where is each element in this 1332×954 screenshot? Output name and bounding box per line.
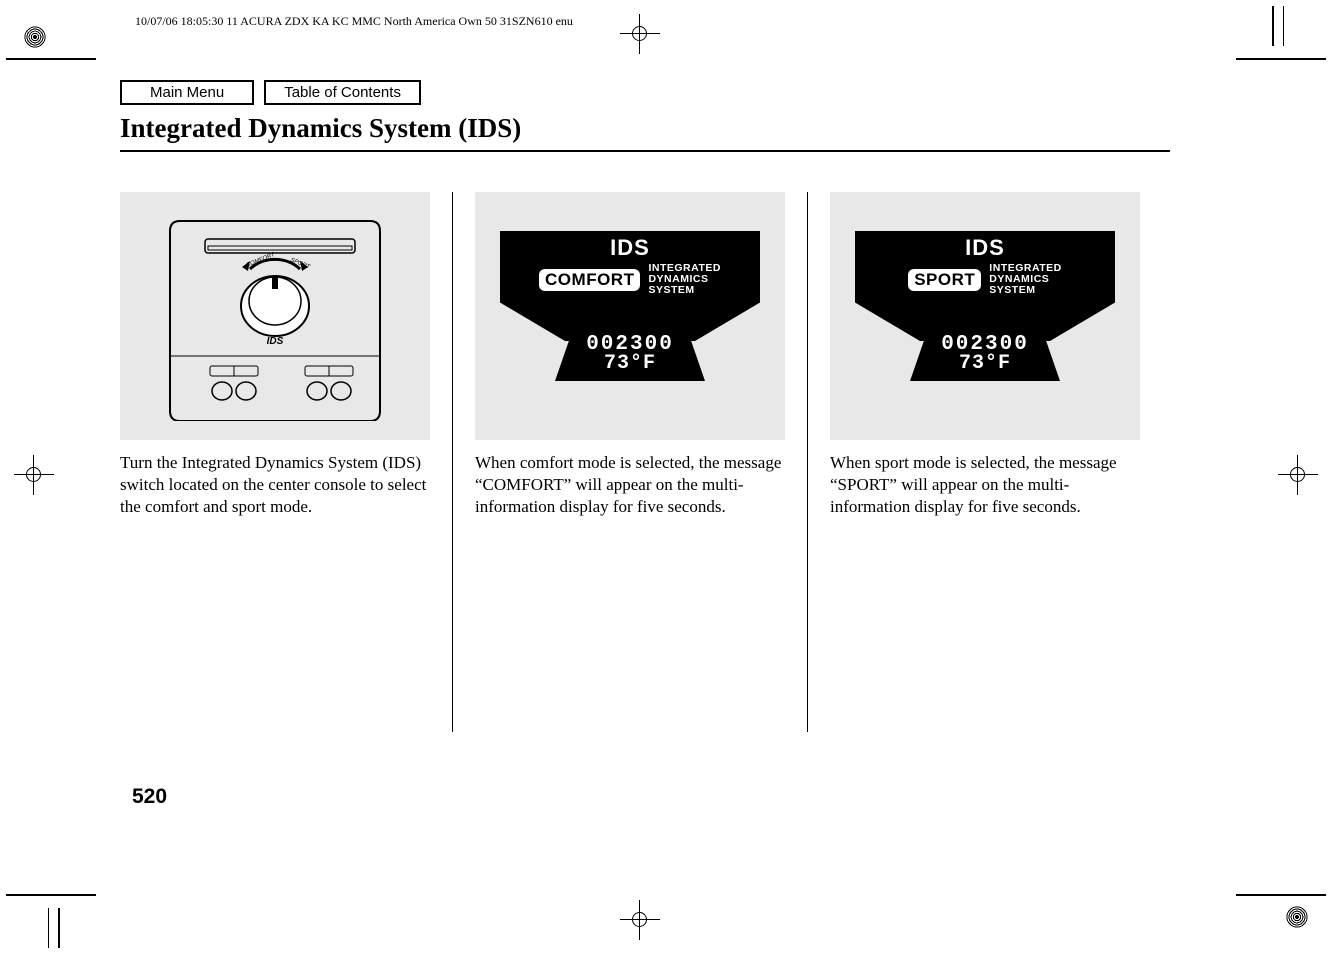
column-1: COMFORT SPORT IDS Turn the [120, 192, 452, 732]
caption-2: When comfort mode is selected, the messa… [475, 452, 785, 518]
print-meta-header: 10/07/06 18:05:30 11 ACURA ZDX KA KC MMC… [135, 14, 573, 29]
page-title: Integrated Dynamics System (IDS) [120, 113, 1170, 144]
crosshair-bottom [620, 900, 660, 940]
registration-mark-tl [20, 22, 50, 52]
ids-subtitle: INTEGRATED DYNAMICS SYSTEM [648, 263, 720, 296]
title-rule [120, 150, 1170, 152]
ids-mode-comfort: COMFORT [539, 269, 640, 291]
registration-mark-br [1282, 902, 1312, 932]
ids-heading: IDS [855, 231, 1115, 261]
crop-line [1236, 58, 1326, 60]
toc-button[interactable]: Table of Contents [264, 80, 421, 105]
crop-line [1272, 6, 1274, 46]
crosshair-left [14, 455, 54, 495]
illustration-console-dial: COMFORT SPORT IDS [120, 192, 430, 440]
crop-line [1236, 894, 1326, 896]
caption-3: When sport mode is selected, the message… [830, 452, 1140, 518]
ids-mode-sport: SPORT [908, 269, 981, 291]
column-2: IDS COMFORT INTEGRATED DYNAMICS SYSTEM [452, 192, 807, 732]
ids-subtitle: INTEGRATED DYNAMICS SYSTEM [989, 263, 1061, 296]
crop-line [58, 908, 60, 948]
crop-line [6, 894, 96, 896]
svg-text:IDS: IDS [267, 336, 284, 347]
ids-temp: 73°F [855, 352, 1115, 375]
crop-line [6, 58, 96, 60]
page-number: 520 [132, 785, 167, 809]
column-layout: COMFORT SPORT IDS Turn the [120, 192, 1170, 732]
ids-temp: 73°F [500, 352, 760, 375]
crosshair-right [1278, 455, 1318, 495]
illustration-sport-display: IDS SPORT INTEGRATED DYNAMICS SYSTEM [830, 192, 1140, 440]
page-content: Main Menu Table of Contents Integrated D… [120, 80, 1170, 732]
nav-button-row: Main Menu Table of Contents [120, 80, 1170, 105]
frame-line [48, 908, 49, 948]
column-3: IDS SPORT INTEGRATED DYNAMICS SYSTEM [807, 192, 1162, 732]
caption-1: Turn the Integrated Dynamics System (IDS… [120, 452, 430, 518]
ids-heading: IDS [500, 231, 760, 261]
frame-line [1283, 6, 1284, 46]
illustration-comfort-display: IDS COMFORT INTEGRATED DYNAMICS SYSTEM [475, 192, 785, 440]
crosshair-top [620, 14, 660, 54]
main-menu-button[interactable]: Main Menu [120, 80, 254, 105]
